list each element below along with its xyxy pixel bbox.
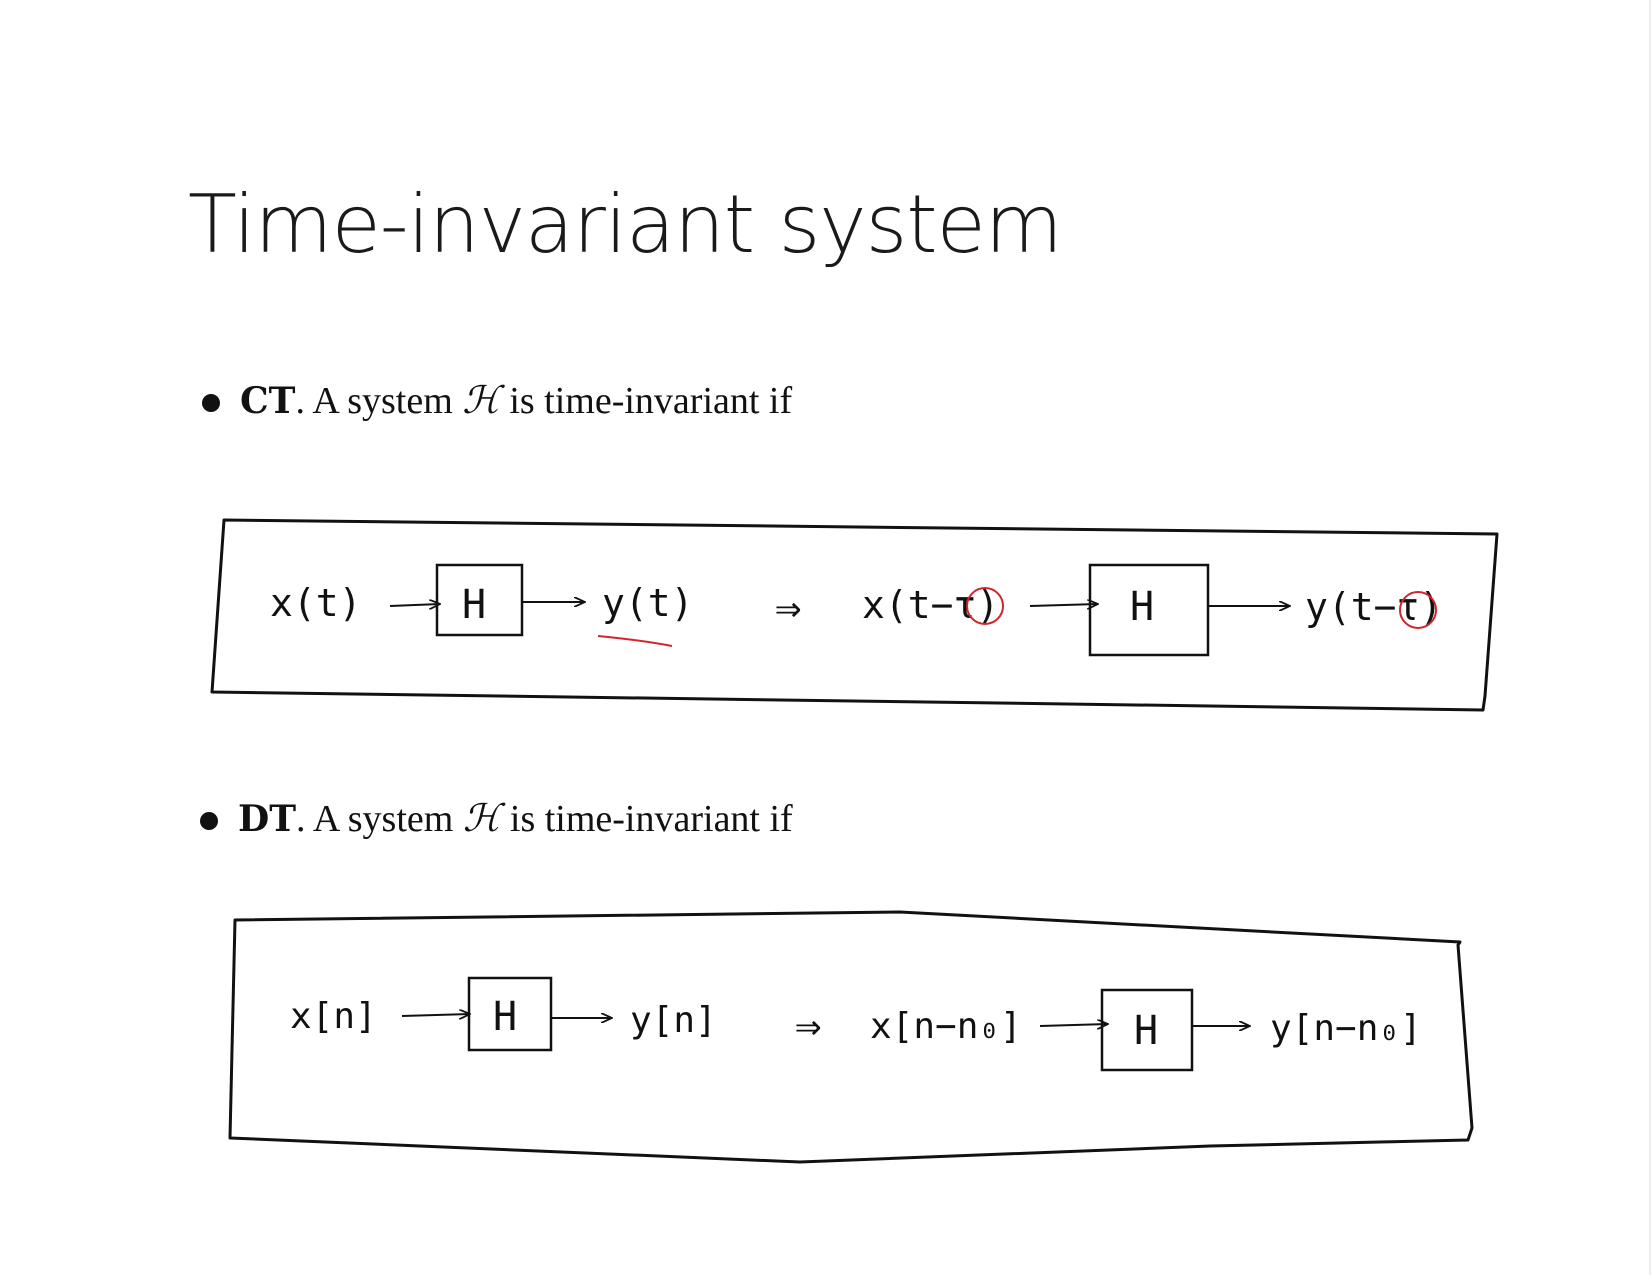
- dt-shifted-output-label: y[n−n₀]: [1270, 1008, 1422, 1049]
- dt-arrow-in-2: [1039, 1024, 1108, 1026]
- ct-input-label: x(t): [270, 581, 362, 625]
- ct-arrow-in: [389, 604, 440, 606]
- ct-block2-label: H: [1130, 584, 1154, 630]
- dt-block2-label: H: [1134, 1008, 1158, 1054]
- dt-output-label: y[n]: [630, 1000, 717, 1041]
- ct-output-label: y(t): [602, 581, 694, 625]
- ct-output-underline: [597, 635, 673, 647]
- dt-block-label: H: [493, 994, 517, 1040]
- dt-shifted-input-label: x[n−n₀]: [870, 1006, 1022, 1047]
- dt-arrow-in: [401, 1014, 470, 1016]
- ct-implies: ⇒: [775, 582, 802, 633]
- ct-arrow-in-2: [1029, 604, 1098, 606]
- dt-implies: ⇒: [795, 1000, 822, 1051]
- slide: Time-invariant system CT. A system ℋ is …: [0, 0, 1651, 1275]
- ct-block-label: H: [462, 582, 486, 628]
- ct-diagram: x(t) H y(t) ⇒ x(t−τ) H y(t−τ): [210, 518, 1499, 712]
- dt-diagram: x[n] H y[n] ⇒ x[n−n₀] H y[n−n₀]: [228, 910, 1474, 1164]
- diagrams-svg: x(t) H y(t) ⇒ x(t−τ) H y(t−τ) x[n] H y[n…: [210, 518, 1499, 1164]
- dt-input-label: x[n]: [290, 996, 377, 1037]
